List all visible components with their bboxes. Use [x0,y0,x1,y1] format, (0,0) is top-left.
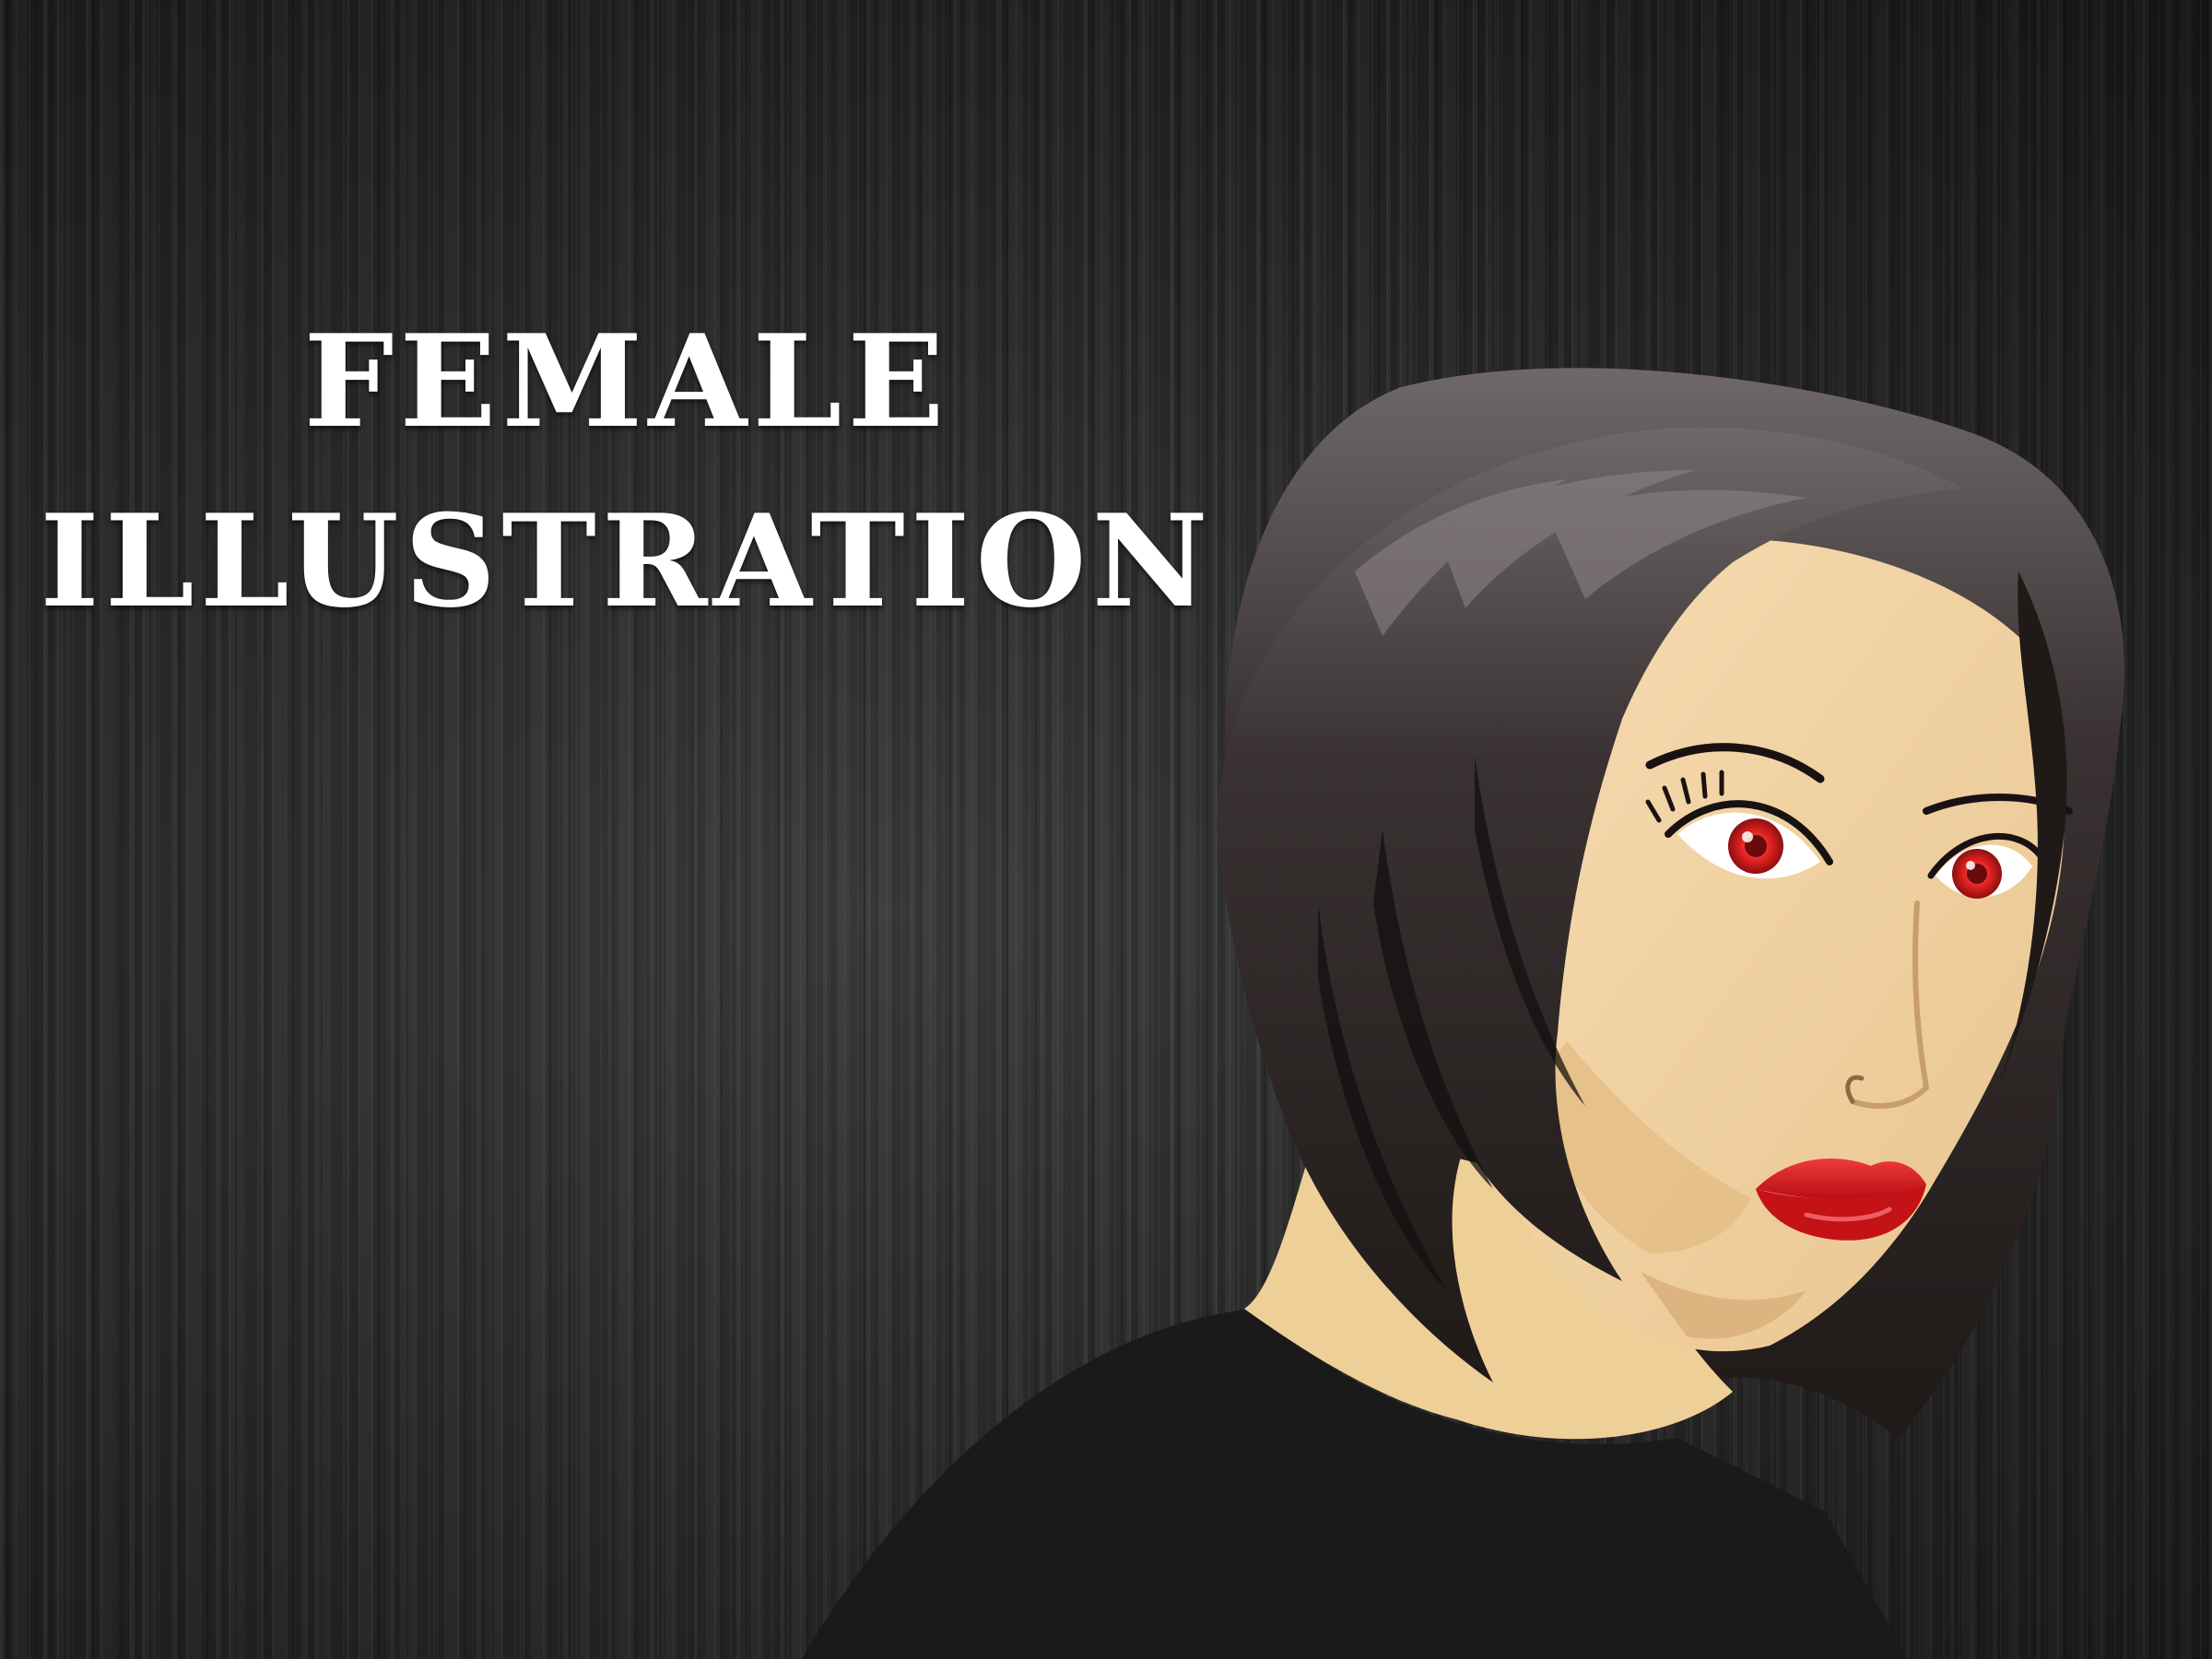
poster-canvas: FEMALE ILLUSTRATION [0,0,2212,1659]
woman-portrait-illustration [802,368,2124,1659]
